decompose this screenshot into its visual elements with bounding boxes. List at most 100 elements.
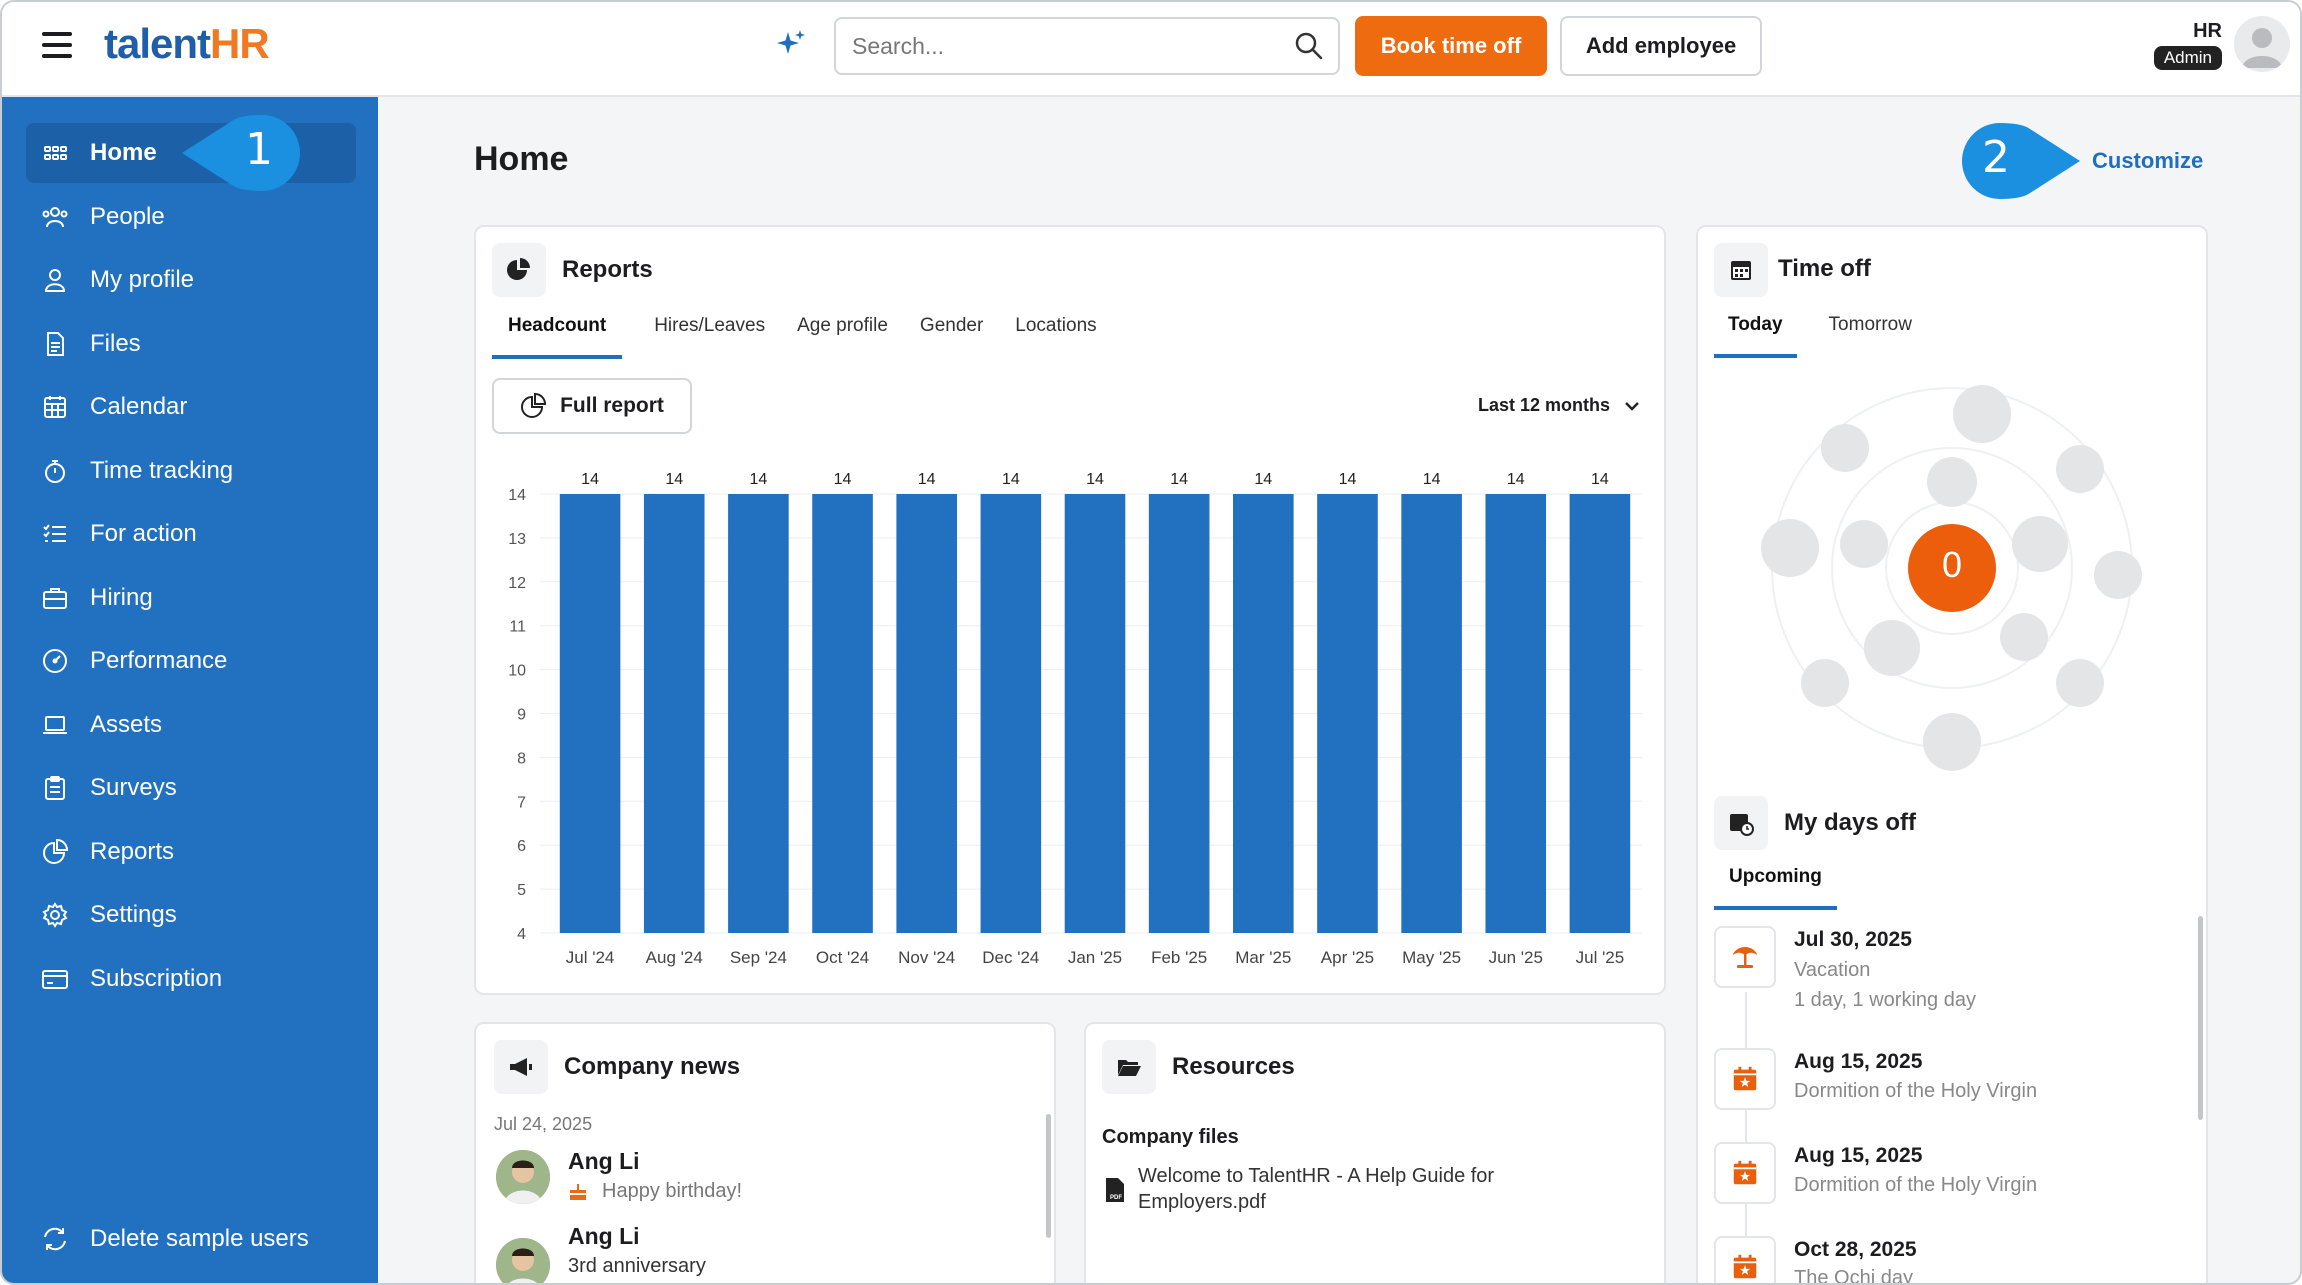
tab-age-profile[interactable]: Age profile — [797, 315, 888, 359]
time-off-title: Time off — [1778, 255, 1871, 282]
chart-bar[interactable] — [1064, 494, 1126, 933]
menu-icon[interactable] — [42, 32, 72, 58]
tab-gender[interactable]: Gender — [920, 315, 983, 359]
sidebar-item-label: Home — [90, 139, 157, 166]
news-scrollbar[interactable] — [1046, 1114, 1051, 1238]
news-message: Happy birthday! — [602, 1180, 743, 1202]
chart-bar[interactable] — [643, 494, 705, 933]
avatar[interactable] — [496, 1150, 550, 1204]
sidebar-item-for-action[interactable]: For action — [26, 504, 356, 564]
delete-sample-users-button[interactable]: Delete sample users — [26, 1209, 356, 1269]
book-time-off-button[interactable]: Book time off — [1355, 16, 1547, 76]
pdf-file-icon: PDF — [1106, 1178, 1124, 1202]
tab-upcoming[interactable]: Upcoming — [1714, 866, 1837, 910]
sidebar-item-files[interactable]: Files — [26, 314, 356, 374]
sidebar-item-label: Subscription — [90, 965, 223, 992]
callout-one — [182, 115, 300, 191]
x-tick-label: Jul '25 — [1576, 948, 1625, 967]
file-icon — [40, 329, 70, 359]
data-label: 14 — [1591, 471, 1609, 488]
sidebar-item-hiring[interactable]: Hiring — [26, 568, 356, 628]
y-tick-label: 4 — [517, 926, 526, 943]
news-person-name[interactable]: Ang Li — [568, 1148, 640, 1175]
chart-bar[interactable] — [812, 494, 873, 933]
chart-bar[interactable] — [1317, 494, 1378, 933]
user-icon — [40, 265, 70, 295]
days-off-scrollbar[interactable] — [2198, 916, 2203, 1120]
sidebar-item-people[interactable]: People — [26, 187, 356, 247]
chart-bar[interactable] — [980, 494, 1042, 933]
sidebar-item-performance[interactable]: Performance — [26, 631, 356, 691]
sidebar-item-assets[interactable]: Assets — [26, 695, 356, 755]
y-tick-label: 13 — [508, 531, 526, 548]
chart-bar[interactable] — [1569, 494, 1631, 933]
data-label: 14 — [1170, 471, 1188, 488]
full-report-button[interactable]: Full report — [492, 378, 692, 434]
calendar-clock-icon — [1714, 796, 1768, 850]
add-employee-button[interactable]: Add employee — [1560, 16, 1762, 76]
company-news-title: Company news — [564, 1053, 741, 1080]
chart-bar[interactable] — [1485, 494, 1547, 933]
customize-link[interactable]: Customize — [2092, 148, 2203, 174]
dayoff-date: Aug 15, 2025 — [1794, 1144, 1923, 1167]
calendar-icon — [40, 392, 70, 422]
chart-bar[interactable] — [1233, 494, 1294, 933]
tab-hires-leaves[interactable]: Hires/Leaves — [654, 315, 765, 359]
data-label: 14 — [1339, 471, 1357, 488]
tab-headcount[interactable]: Headcount — [492, 315, 623, 359]
news-date: Jul 24, 2025 — [494, 1114, 593, 1134]
sidebar-item-surveys[interactable]: Surveys — [26, 758, 356, 818]
sidebar-item-label: People — [90, 203, 165, 230]
tab-tomorrow[interactable]: Tomorrow — [1829, 314, 1912, 358]
sidebar-item-calendar[interactable]: Calendar — [26, 377, 356, 437]
search-input[interactable] — [852, 29, 1272, 63]
x-tick-label: Jan '25 — [1068, 948, 1122, 967]
ai-sparkle-icon[interactable] — [774, 28, 808, 62]
grid-icon — [40, 138, 70, 168]
tab-today[interactable]: Today — [1714, 314, 1797, 358]
user-avatar[interactable] — [2234, 16, 2290, 72]
sidebar-item-settings[interactable]: Settings — [26, 885, 356, 945]
y-tick-label: 11 — [509, 619, 526, 636]
holiday-calendar-icon — [1714, 1142, 1776, 1204]
sidebar-item-time-tracking[interactable]: Time tracking — [26, 441, 356, 501]
resources-title: Resources — [1172, 1053, 1295, 1080]
resource-file-link[interactable]: Welcome to TalentHR - A Help Guide for E… — [1138, 1163, 1558, 1215]
company-news-card — [474, 1022, 1056, 1283]
megaphone-icon — [494, 1040, 548, 1094]
sidebar-item-label: Files — [90, 330, 141, 357]
sidebar-item-reports[interactable]: Reports — [26, 822, 356, 882]
sidebar-footer-label: Delete sample users — [90, 1225, 309, 1252]
dayoff-name: Dormition of the Holy Virgin — [1794, 1080, 2038, 1102]
user-role[interactable]: HR Admin — [2142, 20, 2222, 70]
dayoff-date: Aug 15, 2025 — [1794, 1050, 1923, 1073]
sidebar-item-label: Settings — [90, 901, 177, 928]
talenthr-logo[interactable]: talentHR — [104, 20, 270, 68]
sidebar-item-my-profile[interactable]: My profile — [26, 250, 356, 310]
callout-one-label: 1 — [245, 124, 273, 175]
avatar[interactable] — [496, 1238, 550, 1283]
people-icon — [40, 202, 70, 232]
dayoff-name: The Ochi day — [1794, 1267, 1913, 1285]
chart-bar[interactable] — [896, 494, 957, 933]
app-window: talentHR Book time off Add employee HR A… — [0, 0, 2302, 1285]
news-person-name[interactable]: Ang Li — [568, 1223, 640, 1250]
search-icon[interactable] — [1294, 31, 1324, 61]
reports-tabs: Headcount Hires/Leaves Age profile Gende… — [492, 315, 1129, 359]
chart-bar[interactable] — [1401, 494, 1462, 933]
sidebar-item-subscription[interactable]: Subscription — [26, 949, 356, 1009]
clipboard-icon — [40, 773, 70, 803]
chart-bar[interactable] — [559, 494, 621, 933]
x-tick-label: Dec '24 — [982, 948, 1039, 967]
reports-title: Reports — [562, 256, 653, 283]
sidebar-item-label: Assets — [90, 711, 163, 738]
data-label: 14 — [834, 471, 852, 488]
chart-bar[interactable] — [728, 494, 789, 933]
period-dropdown[interactable]: Last 12 months — [1478, 395, 1642, 416]
x-tick-label: Mar '25 — [1235, 948, 1291, 967]
chart-bar[interactable] — [1148, 494, 1210, 933]
period-label: Last 12 months — [1478, 395, 1611, 415]
sidebar-item-label: Hiring — [90, 584, 153, 611]
tab-locations[interactable]: Locations — [1015, 315, 1096, 359]
calendar-icon — [1714, 243, 1768, 297]
